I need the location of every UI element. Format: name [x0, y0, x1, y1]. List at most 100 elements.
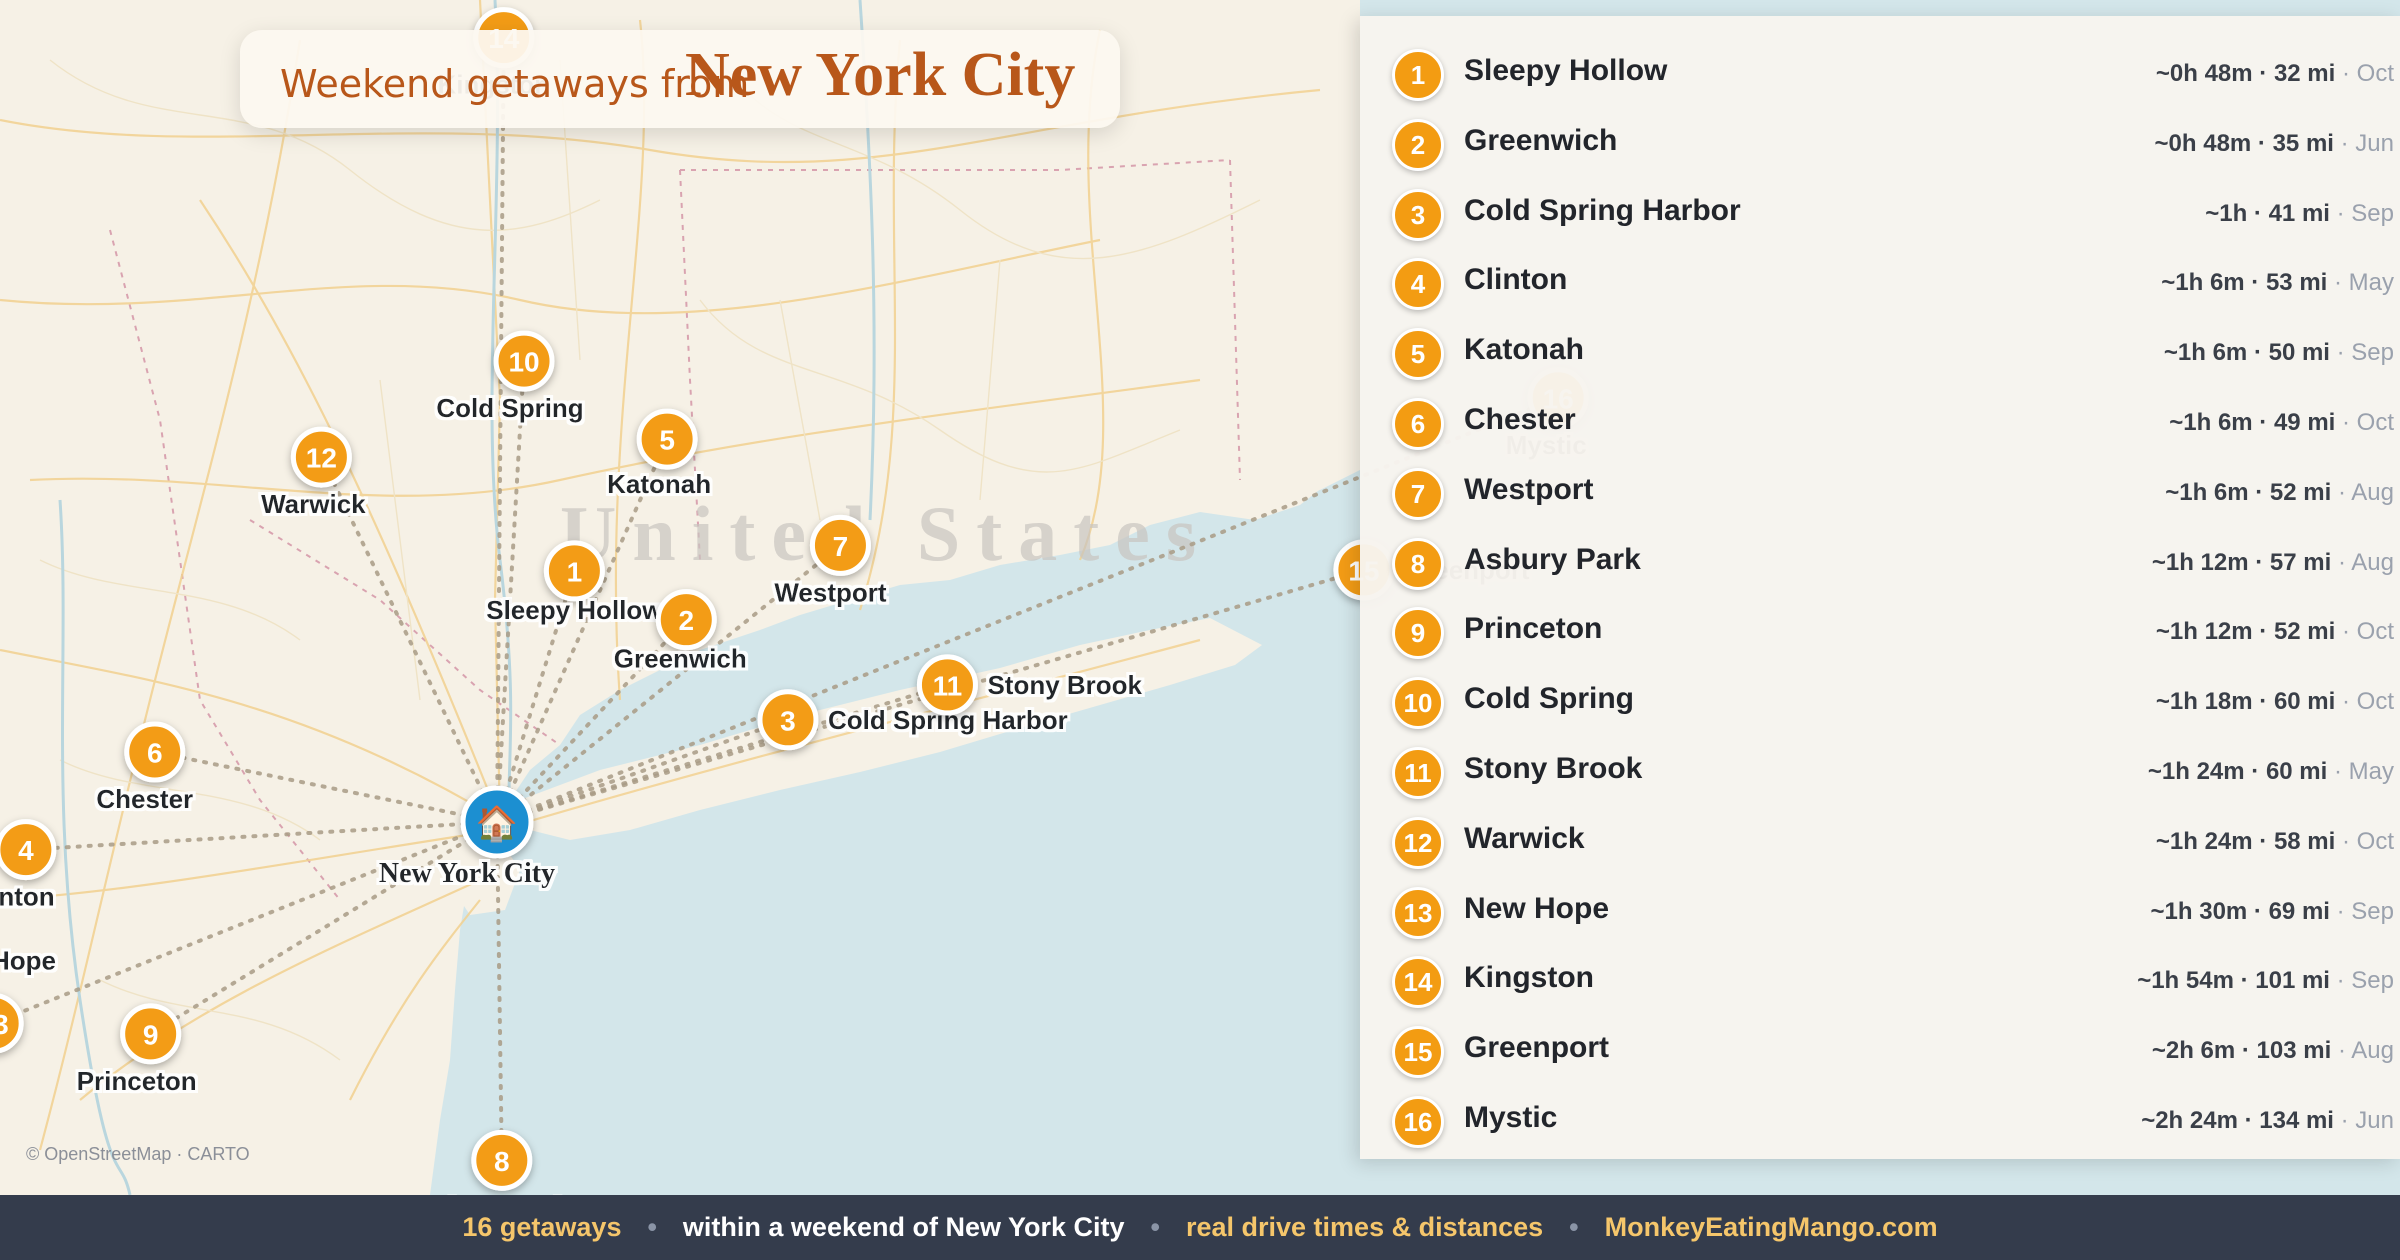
list-item-name: Princeton	[1464, 612, 1603, 646]
list-item-separator: ·	[2331, 478, 2352, 506]
place-marker[interactable]: 4 Clinton	[0, 819, 57, 912]
title-card: Weekend getaways from New York City	[240, 30, 1120, 128]
list-item-drive-stats: ~1h 18m · 60 mi	[2155, 688, 2336, 716]
list-item[interactable]: 10 Cold Spring ~1h 18m · 60 mi · Oct	[1360, 668, 2400, 738]
list-item-name: Sleepy Hollow	[1464, 54, 1668, 87]
list-item-separator: ·	[2329, 897, 2352, 925]
list-item-best-month: Aug	[2351, 478, 2394, 506]
list-item-meta: ~1h 6m · 50 mi · Sep	[2164, 339, 2394, 367]
list-item-drive-stats: ~1h 6m · 49 mi	[2169, 409, 2336, 436]
list-item-drive-stats: ~1h 6m · 52 mi	[2165, 478, 2332, 506]
list-item-drive-stats: ~1h 54m · 101 mi	[2137, 967, 2330, 995]
list-item-best-month: May	[2348, 269, 2394, 297]
list-item[interactable]: 13 New Hope ~1h 30m · 69 mi · Sep	[1360, 878, 2400, 948]
list-item[interactable]: 8 Asbury Park ~1h 12m · 57 mi · Aug	[1360, 529, 2400, 599]
list-item[interactable]: 15 Greenport ~2h 6m · 103 mi · Aug	[1360, 1017, 2400, 1087]
title-city: New York City	[685, 41, 1076, 109]
place-marker-number: 4	[18, 835, 34, 866]
map-attribution[interactable]: © OpenStreetMap · CARTO	[26, 1144, 250, 1165]
footer-scope: within a weekend of New York City	[682, 1212, 1125, 1242]
list-item-number: 10	[1392, 677, 1444, 730]
list-item-separator: ·	[2329, 339, 2352, 367]
list-item-name: Asbury Park	[1464, 542, 1641, 576]
list-item-name: Kingston	[1464, 961, 1594, 995]
list-item-meta: ~1h 6m · 53 mi · May	[2161, 269, 2394, 297]
list-item-separator: ·	[2331, 548, 2352, 576]
country-watermark: United States	[560, 490, 1212, 577]
list-item-meta: ~1h · 41 mi · Sep	[2205, 200, 2394, 228]
place-marker-number: 3	[780, 705, 796, 736]
list-item-name: Greenwich	[1464, 123, 1618, 157]
list-item-best-month: Sep	[2351, 897, 2394, 925]
footer-separator: •	[1569, 1212, 1579, 1242]
list-item-drive-stats: ~1h 30m · 69 mi	[2150, 897, 2330, 925]
list-item[interactable]: 2 Greenwich ~0h 48m · 35 mi · Jun	[1360, 110, 2400, 180]
list-item-number: 11	[1392, 747, 1444, 799]
place-marker-number: 1	[567, 556, 583, 587]
footer-bar: 16 getaways • within a weekend of New Yo…	[0, 1195, 2400, 1260]
list-item-best-month: Oct	[2356, 60, 2394, 87]
list-item-best-month: Sep	[2351, 199, 2394, 227]
list-item-number: 15	[1392, 1026, 1444, 1079]
place-map-label: Cold Spring	[436, 393, 583, 423]
list-item-separator: ·	[2335, 827, 2357, 855]
place-marker-number: 10	[508, 347, 539, 378]
list-item-meta: ~1h 12m · 52 mi · Oct	[2156, 618, 2394, 646]
place-map-label: Katonah	[607, 469, 711, 499]
list-item[interactable]: 4 Clinton ~1h 6m · 53 mi · May	[1360, 249, 2400, 319]
place-map-label: New Hope	[0, 945, 56, 975]
home-marker[interactable]: 🏠	[460, 785, 534, 859]
place-marker-number: 13	[0, 1009, 9, 1040]
place-marker-number: 12	[306, 443, 337, 474]
footer-separator: •	[647, 1212, 657, 1242]
list-item[interactable]: 3 Cold Spring Harbor ~1h · 41 mi · Sep	[1360, 180, 2400, 250]
list-item-number: 12	[1392, 816, 1444, 869]
list-item-number: 16	[1392, 1096, 1444, 1148]
list-item-separator: ·	[2327, 758, 2349, 785]
list-item-meta: ~1h 24m · 58 mi · Oct	[2156, 828, 2394, 856]
list-item-separator: ·	[2335, 688, 2357, 716]
list-item[interactable]: 16 Mystic ~2h 24m · 134 mi · Jun	[1360, 1087, 2400, 1157]
list-item-number: 5	[1392, 328, 1444, 381]
list-item-meta: ~2h 24m · 134 mi · Jun	[2141, 1107, 2394, 1135]
list-item[interactable]: 1 Sleepy Hollow ~0h 48m · 32 mi · Oct	[1360, 40, 2400, 110]
list-item[interactable]: 12 Warwick ~1h 24m · 58 mi · Oct	[1360, 808, 2400, 878]
house-icon: 🏠	[476, 805, 518, 843]
list-item-drive-stats: ~1h 6m · 50 mi	[2163, 339, 2330, 367]
list-item-number: 14	[1392, 956, 1444, 1009]
list-item-best-month: Sep	[2351, 339, 2394, 367]
list-item-number: 9	[1392, 607, 1444, 660]
list-item[interactable]: 6 Chester ~1h 6m · 49 mi · Oct	[1360, 389, 2400, 459]
place-map-label: Westport	[774, 577, 887, 607]
place-map-label: Stony Brook	[987, 670, 1142, 700]
list-item[interactable]: 7 Westport ~1h 6m · 52 mi · Aug	[1360, 459, 2400, 529]
list-item-name: Mystic	[1464, 1101, 1558, 1134]
list-item-name: Greenport	[1464, 1031, 1610, 1065]
list-item[interactable]: 9 Princeton ~1h 12m · 52 mi · Oct	[1360, 598, 2400, 668]
list-item-separator: ·	[2329, 967, 2352, 995]
place-marker-number: 6	[147, 738, 163, 769]
list-item-drive-stats: ~1h 12m · 52 mi	[2155, 618, 2336, 646]
home-label: New York City	[379, 858, 555, 889]
list-item-meta: ~2h 6m · 103 mi · Aug	[2152, 1037, 2394, 1065]
list-item[interactable]: 14 Kingston ~1h 54m · 101 mi · Sep	[1360, 947, 2400, 1017]
footer-site-link[interactable]: MonkeyEatingMango.com	[1605, 1212, 1938, 1243]
list-item-name: Westport	[1464, 472, 1594, 506]
list-item-name: Cold Spring Harbor	[1464, 193, 1741, 227]
title-prefix: Weekend getaways from	[280, 62, 750, 106]
list-item-number: 1	[1392, 49, 1444, 101]
footer-method: real drive times & distances	[1185, 1212, 1544, 1242]
list-item-separator: ·	[2335, 60, 2357, 87]
list-item-drive-stats: ~1h 12m · 57 mi	[2151, 548, 2332, 576]
list-item-best-month: Oct	[2356, 618, 2394, 646]
list-item-separator: ·	[2335, 409, 2357, 436]
place-map-label: Sleepy Hollow	[486, 595, 663, 625]
list-item-meta: ~1h 30m · 69 mi · Sep	[2151, 898, 2394, 926]
list-item-best-month: May	[2348, 758, 2394, 785]
list-item[interactable]: 5 Katonah ~1h 6m · 50 mi · Sep	[1360, 319, 2400, 389]
list-item-number: 13	[1392, 886, 1444, 939]
list-item-separator: ·	[2329, 199, 2352, 227]
place-map-label: Princeton	[77, 1066, 197, 1096]
place-map-label: Warwick	[261, 489, 366, 519]
list-item[interactable]: 11 Stony Brook ~1h 24m · 60 mi · May	[1360, 738, 2400, 808]
